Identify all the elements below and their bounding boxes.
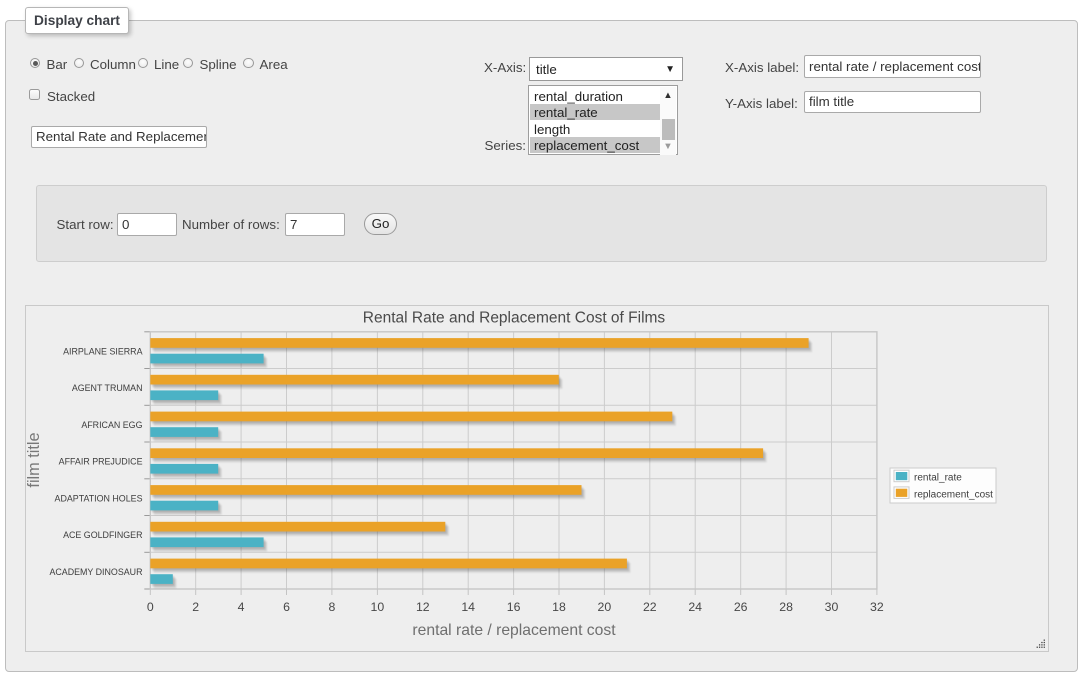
svg-text:18: 18: [552, 600, 566, 614]
svg-text:ADAPTATION HOLES: ADAPTATION HOLES: [55, 493, 143, 503]
svg-text:AIRPLANE SIERRA: AIRPLANE SIERRA: [63, 346, 142, 356]
svg-text:AFFAIR PREJUDICE: AFFAIR PREJUDICE: [59, 457, 143, 467]
svg-text:22: 22: [643, 600, 657, 614]
svg-text:6: 6: [283, 600, 290, 614]
svg-text:ACE GOLDFINGER: ACE GOLDFINGER: [63, 530, 142, 540]
svg-text:AFRICAN EGG: AFRICAN EGG: [81, 420, 142, 430]
svg-text:rental rate / replacement cost: rental rate / replacement cost: [412, 622, 616, 639]
svg-text:20: 20: [598, 600, 612, 614]
svg-text:AGENT TRUMAN: AGENT TRUMAN: [72, 383, 143, 393]
svg-text:12: 12: [416, 600, 430, 614]
svg-text:0: 0: [147, 600, 154, 614]
svg-text:24: 24: [688, 600, 702, 614]
svg-text:28: 28: [779, 600, 793, 614]
svg-text:rental_rate: rental_rate: [914, 473, 962, 484]
svg-text:ACADEMY DINOSAUR: ACADEMY DINOSAUR: [49, 567, 142, 577]
svg-text:8: 8: [328, 600, 335, 614]
svg-text:Rental Rate and Replacement Co: Rental Rate and Replacement Cost of Film…: [363, 310, 666, 327]
svg-text:26: 26: [734, 600, 748, 614]
svg-text:4: 4: [238, 600, 245, 614]
svg-text:2: 2: [192, 600, 199, 614]
svg-text:30: 30: [825, 600, 839, 614]
svg-text:film title: film title: [26, 432, 43, 487]
svg-text:replacement_cost: replacement_cost: [914, 490, 993, 501]
svg-text:14: 14: [461, 600, 475, 614]
svg-text:16: 16: [507, 600, 521, 614]
svg-text:10: 10: [371, 600, 385, 614]
svg-text:32: 32: [870, 600, 884, 614]
